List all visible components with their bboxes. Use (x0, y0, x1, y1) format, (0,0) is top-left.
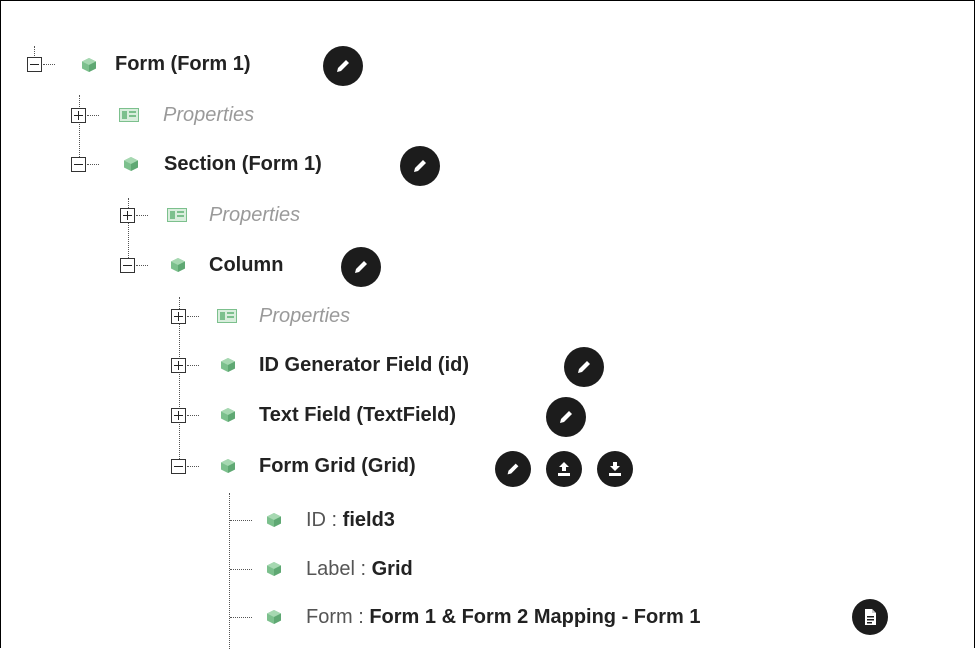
collapse-toggle[interactable] (171, 459, 186, 474)
leaf-label[interactable]: ID : field3 (306, 508, 395, 532)
edit-button[interactable] (564, 347, 604, 387)
property-separator: : (354, 558, 372, 580)
upload-button[interactable] (546, 451, 582, 487)
tree-connector (187, 415, 199, 416)
property-value: Grid (371, 558, 413, 580)
pencil-icon (578, 361, 590, 373)
cube-icon (267, 610, 281, 624)
tree-connector (79, 95, 80, 163)
expand-toggle[interactable] (71, 108, 86, 123)
document-icon (865, 609, 876, 625)
cube-icon (82, 58, 96, 72)
tree-connector (136, 215, 148, 216)
tree-connector (43, 64, 55, 65)
tree-connector (187, 365, 199, 366)
property-key: Form (306, 606, 353, 628)
property-value: field3 (342, 509, 395, 531)
expand-toggle[interactable] (171, 309, 186, 324)
leaf-label[interactable]: Label : Grid (306, 557, 413, 581)
view-form-button[interactable] (852, 599, 888, 635)
expand-toggle[interactable] (171, 358, 186, 373)
pencil-icon (560, 411, 572, 423)
collapse-toggle[interactable] (27, 57, 42, 72)
pencil-icon (414, 160, 426, 172)
property-separator: : (352, 606, 370, 628)
node-label[interactable]: Form (Form 1) (115, 52, 251, 76)
expand-toggle[interactable] (171, 408, 186, 423)
tree-connector (87, 164, 99, 165)
tree-connector (187, 316, 199, 317)
node-label[interactable]: Properties (209, 203, 300, 227)
download-button[interactable] (597, 451, 633, 487)
node-label[interactable]: ID Generator Field (id) (259, 353, 469, 377)
tree-connector (230, 569, 252, 570)
pencil-icon (507, 463, 519, 475)
properties-icon (119, 108, 139, 122)
download-icon (609, 462, 621, 476)
node-label[interactable]: Section (Form 1) (164, 152, 322, 176)
edit-button[interactable] (546, 397, 586, 437)
node-label[interactable]: Form Grid (Grid) (259, 454, 416, 478)
tree-panel: Form (Form 1) Properties Section (Form 1… (0, 0, 975, 649)
tree-connector (230, 617, 252, 618)
edit-button[interactable] (400, 146, 440, 186)
cube-icon (124, 157, 138, 171)
pencil-icon (337, 60, 349, 72)
tree-connector (229, 493, 230, 649)
node-label[interactable]: Column (209, 253, 283, 277)
upload-icon (558, 462, 570, 476)
node-label[interactable]: Properties (259, 304, 350, 328)
pencil-icon (355, 261, 367, 273)
edit-button[interactable] (323, 46, 363, 86)
tree-connector (230, 520, 252, 521)
edit-button[interactable] (341, 247, 381, 287)
tree-connector (136, 265, 148, 266)
edit-button[interactable] (495, 451, 531, 487)
property-value: Form 1 & Form 2 Mapping - Form 1 (369, 606, 701, 628)
property-key: ID (306, 509, 326, 531)
property-key: Label (306, 558, 355, 580)
properties-icon (217, 309, 237, 323)
cube-icon (221, 408, 235, 422)
cube-icon (221, 459, 235, 473)
leaf-label[interactable]: Form : Form 1 & Form 2 Mapping - Form 1 (306, 605, 700, 629)
node-label[interactable]: Properties (163, 103, 254, 127)
property-separator: : (326, 509, 343, 531)
collapse-toggle[interactable] (71, 157, 86, 172)
node-label[interactable]: Text Field (TextField) (259, 403, 456, 427)
cube-icon (221, 358, 235, 372)
collapse-toggle[interactable] (120, 258, 135, 273)
tree-connector (87, 115, 99, 116)
tree-connector (187, 466, 199, 467)
expand-toggle[interactable] (120, 208, 135, 223)
cube-icon (267, 513, 281, 527)
cube-icon (171, 258, 185, 272)
properties-icon (167, 208, 187, 222)
cube-icon (267, 562, 281, 576)
